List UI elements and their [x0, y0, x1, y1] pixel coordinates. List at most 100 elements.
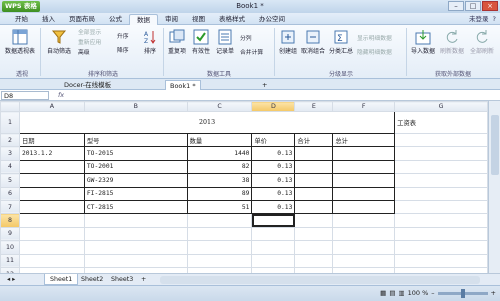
cell[interactable]	[294, 199, 334, 215]
cell[interactable]: 38	[186, 173, 253, 188]
column-header[interactable]: E	[294, 101, 334, 112]
cell[interactable]: TO-2015	[83, 146, 188, 161]
cell[interactable]	[18, 173, 85, 188]
name-box[interactable]: D8	[1, 91, 49, 100]
sheet-tab-sheet3[interactable]: Sheet3	[106, 274, 138, 285]
row-header[interactable]: 6	[0, 186, 20, 201]
cell[interactable]: 0.13	[251, 173, 296, 188]
pivot-table-button[interactable]: 数据透视表	[4, 29, 36, 55]
cell[interactable]: 89	[186, 186, 253, 201]
cell[interactable]	[83, 226, 188, 242]
login-link[interactable]: 未登录	[469, 14, 489, 25]
cell[interactable]: GW-2329	[83, 173, 188, 188]
column-header[interactable]: A	[18, 101, 85, 112]
cell[interactable]	[394, 186, 488, 201]
row-header[interactable]: 11	[0, 253, 20, 268]
cell[interactable]	[83, 253, 188, 268]
tab-office-space[interactable]: 办公空间	[252, 14, 292, 25]
select-all-corner[interactable]	[0, 101, 20, 112]
column-header[interactable]: C	[186, 101, 253, 112]
cell[interactable]	[332, 146, 396, 161]
cell[interactable]	[294, 173, 334, 188]
cell[interactable]	[294, 146, 334, 161]
show-all-button[interactable]: 全部显示	[78, 29, 101, 37]
subtotal-button[interactable]: Σ 分类汇总	[328, 29, 354, 55]
cell[interactable]	[332, 199, 396, 215]
header-cell[interactable]: 数量	[186, 132, 253, 148]
zoom-slider[interactable]	[437, 288, 488, 298]
tab-home[interactable]: 开始	[8, 14, 35, 25]
row-header[interactable]: 5	[0, 173, 20, 188]
text-to-columns-button[interactable]: 分列	[240, 35, 252, 43]
advanced-filter-button[interactable]: 高级	[78, 49, 90, 57]
cell[interactable]	[394, 253, 488, 268]
sheet-tab-sheet2[interactable]: Sheet2	[76, 274, 108, 285]
create-group-button[interactable]: 创建组	[277, 29, 299, 55]
header-cell[interactable]: 总计	[332, 132, 396, 148]
cell[interactable]	[251, 226, 296, 242]
cell[interactable]	[394, 240, 488, 255]
cell[interactable]	[251, 240, 296, 255]
consolidate-button[interactable]: 合并计算	[240, 49, 263, 57]
autofilter-button[interactable]: 自动筛选	[44, 29, 74, 55]
refresh-data-button[interactable]: 刷新数据	[438, 29, 466, 55]
spreadsheet-grid[interactable]: A B C D E F G 1 2013 工资表 2 日期 型号 数量 单价 合…	[0, 101, 488, 273]
doc-tab-book1[interactable]: Book1 *	[165, 80, 201, 90]
maximize-button[interactable]: □	[465, 1, 481, 11]
cell[interactable]	[18, 253, 85, 268]
cell[interactable]	[18, 240, 85, 255]
row-header[interactable]: 3	[0, 146, 20, 161]
cell[interactable]	[186, 226, 253, 242]
row-header[interactable]: 7	[0, 199, 20, 215]
record-list-button[interactable]: 记录单	[214, 29, 236, 55]
cell[interactable]	[186, 240, 253, 255]
row-header[interactable]: 2	[0, 132, 20, 148]
cell[interactable]	[294, 186, 334, 201]
column-header[interactable]: F	[332, 101, 396, 112]
cell[interactable]: 0.13	[251, 159, 296, 175]
header-cell[interactable]: 合计	[294, 132, 334, 148]
cell[interactable]	[394, 213, 488, 228]
cell[interactable]	[394, 173, 488, 188]
column-header[interactable]: G	[394, 101, 488, 112]
cell[interactable]	[83, 213, 188, 228]
sheet-nav-arrows[interactable]: ◂ ▸	[2, 274, 20, 285]
page-layout-icon[interactable]: ▤	[389, 289, 395, 297]
hide-detail-button[interactable]: 隐藏明细数据	[357, 49, 392, 57]
cell[interactable]	[394, 132, 488, 148]
cell[interactable]	[18, 226, 85, 242]
refresh-all-button[interactable]: 全部刷新	[468, 29, 496, 55]
tab-insert[interactable]: 插入	[35, 14, 62, 25]
sort-ascending-button[interactable]: 升序	[117, 33, 129, 41]
duplicates-button[interactable]: 重复项	[166, 29, 188, 55]
cell[interactable]	[294, 240, 334, 255]
validity-button[interactable]: 有效性	[190, 29, 212, 55]
cell[interactable]	[18, 199, 85, 215]
zoom-level[interactable]: 100 %	[408, 289, 429, 297]
close-button[interactable]: ×	[482, 1, 498, 11]
vertical-scrollbar[interactable]	[488, 101, 500, 273]
page-break-icon[interactable]: ▥	[398, 289, 404, 297]
column-header[interactable]: D	[251, 101, 296, 112]
sheet-tab-sheet1[interactable]: Sheet1	[44, 274, 79, 285]
cell[interactable]	[294, 159, 334, 175]
cell[interactable]	[251, 253, 296, 268]
cell[interactable]	[332, 253, 396, 268]
tab-view[interactable]: 视图	[185, 14, 212, 25]
cell[interactable]	[332, 240, 396, 255]
tab-table-style[interactable]: 表格样式	[212, 14, 252, 25]
cell[interactable]	[394, 199, 488, 215]
column-header[interactable]: B	[83, 101, 188, 112]
cell[interactable]: FI-2815	[83, 186, 188, 201]
tab-data[interactable]: 数据	[129, 14, 158, 25]
header-cell[interactable]: 日期	[18, 132, 85, 148]
cell[interactable]	[83, 240, 188, 255]
reapply-button[interactable]: 重新应用	[78, 39, 101, 47]
cell[interactable]	[294, 226, 334, 242]
cell[interactable]	[332, 173, 396, 188]
row-header[interactable]: 1	[0, 111, 20, 134]
cell[interactable]: 工资表	[394, 111, 488, 134]
cell[interactable]	[18, 159, 85, 175]
normal-view-icon[interactable]: ▦	[380, 289, 386, 297]
sort-descending-button[interactable]: 降序	[117, 47, 129, 55]
